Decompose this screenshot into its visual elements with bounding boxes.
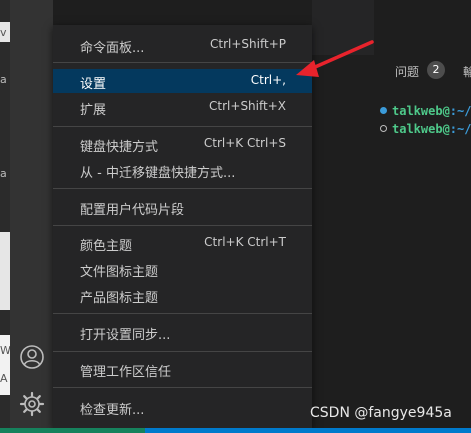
menu-item-settings-sync[interactable]: 打开设置同步...: [53, 320, 312, 344]
background-fragment: a: [0, 167, 7, 180]
menu-item-label: 文件图标主题: [80, 265, 159, 280]
menu-item-shortcut: Ctrl+Shift+P: [210, 37, 286, 51]
panel-tabs: 问题 2 輸: [375, 55, 471, 85]
editor-side-strip: [312, 0, 374, 55]
menu-item-settings[interactable]: 设置 Ctrl+,: [53, 69, 312, 93]
activity-bar: [10, 0, 53, 433]
background-fragment: a: [0, 73, 7, 86]
menu-item-product-icon-theme[interactable]: 产品图标主题: [53, 283, 312, 307]
menu-item-shortcut: Ctrl+Shift+X: [209, 99, 286, 113]
menu-item-check-updates[interactable]: 检查更新...: [53, 395, 312, 419]
terminal-line: talkweb@:~/: [380, 122, 471, 136]
background-fragment: v: [0, 26, 7, 39]
terminal-user: talkweb@: [392, 104, 450, 118]
menu-item-migrate-keybindings[interactable]: 从 - 中迁移键盘快捷方式...: [53, 158, 312, 182]
menu-item-shortcut: Ctrl+,: [250, 73, 286, 87]
menu-item-label: 从 - 中迁移键盘快捷方式...: [80, 166, 236, 181]
menu-separator: [53, 126, 312, 127]
menu-item-workspace-trust[interactable]: 管理工作区信任: [53, 357, 312, 381]
menu-separator: [53, 62, 312, 63]
manage-context-menu: 命令面板... Ctrl+Shift+P 设置 Ctrl+, 扩展 Ctrl+S…: [53, 25, 312, 428]
menu-separator: [53, 188, 312, 189]
watermark-text: CSDN @fangye945a: [310, 405, 452, 421]
terminal-path: :~/: [449, 122, 471, 136]
terminal-status-dot-icon: [380, 107, 387, 114]
menu-item-label: 管理工作区信任: [80, 365, 172, 380]
terminal-user: talkweb@: [392, 122, 450, 136]
menu-item-file-icon-theme[interactable]: 文件图标主题: [53, 257, 312, 281]
menu-item-label: 键盘快捷方式: [80, 140, 159, 155]
menu-item-keyboard-shortcuts[interactable]: 键盘快捷方式 Ctrl+K Ctrl+S: [53, 132, 312, 156]
menu-item-shortcut: Ctrl+K Ctrl+T: [204, 235, 286, 249]
menu-item-extensions[interactable]: 扩展 Ctrl+Shift+X: [53, 95, 312, 119]
menu-item-label: 产品图标主题: [80, 291, 159, 306]
menu-item-color-theme[interactable]: 颜色主题 Ctrl+K Ctrl+T: [53, 231, 312, 255]
background-fragment: A: [0, 372, 8, 385]
menu-separator: [53, 225, 312, 226]
menu-item-user-snippets[interactable]: 配置用户代码片段: [53, 195, 312, 219]
menu-item-command-palette[interactable]: 命令面板... Ctrl+Shift+P: [53, 33, 312, 57]
background-window-strip: v a a W A: [0, 0, 11, 433]
menu-item-label: 打开设置同步...: [80, 328, 171, 343]
menu-item-label: 命令面板...: [80, 41, 145, 56]
terminal-status-dot-icon: [380, 125, 387, 132]
menu-item-label: 配置用户代码片段: [80, 203, 185, 218]
menu-item-label: 扩展: [80, 103, 107, 118]
tab-problems[interactable]: 问题: [395, 63, 419, 80]
terminal-line: talkweb@:~/: [380, 104, 471, 118]
menu-item-shortcut: Ctrl+K Ctrl+S: [203, 136, 286, 150]
menu-item-label: 检查更新...: [80, 403, 145, 418]
menu-separator: [53, 313, 312, 314]
terminal-path: :~/: [449, 104, 471, 118]
status-bar-remote-segment: [0, 428, 145, 433]
menu-separator: [53, 351, 312, 352]
tab-output[interactable]: 輸: [463, 63, 471, 80]
background-window-panel: [0, 232, 10, 310]
problems-count-badge: 2: [427, 61, 445, 79]
menu-separator: [53, 387, 312, 388]
status-bar: [0, 428, 471, 433]
account-icon[interactable]: [18, 343, 46, 371]
manage-gear-icon[interactable]: [18, 390, 46, 418]
menu-item-label: 设置: [80, 77, 107, 92]
menu-item-label: 颜色主题: [80, 239, 133, 254]
